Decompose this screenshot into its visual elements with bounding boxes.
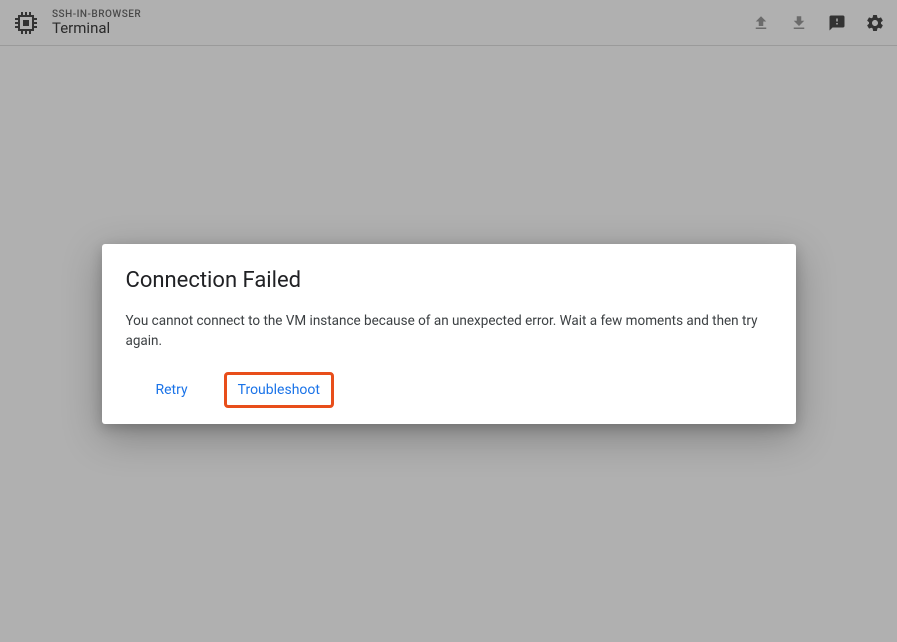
chip-icon (12, 9, 40, 37)
retry-button[interactable]: Retry (144, 374, 200, 406)
header-text: SSH-IN-BROWSER Terminal (52, 9, 141, 37)
download-icon[interactable] (789, 13, 809, 33)
dialog-message: You cannot connect to the VM instance be… (126, 311, 772, 352)
dialog-backdrop: Connection Failed You cannot connect to … (0, 46, 897, 642)
app-header: SSH-IN-BROWSER Terminal (0, 0, 897, 46)
dialog-actions: Retry Troubleshoot (126, 374, 772, 406)
dialog-title: Connection Failed (126, 268, 772, 293)
header-left: SSH-IN-BROWSER Terminal (12, 9, 141, 37)
troubleshoot-button[interactable]: Troubleshoot (226, 374, 332, 406)
upload-icon[interactable] (751, 13, 771, 33)
header-title: Terminal (52, 20, 141, 37)
header-right (751, 13, 885, 33)
connection-failed-dialog: Connection Failed You cannot connect to … (102, 244, 796, 424)
feedback-icon[interactable] (827, 13, 847, 33)
gear-icon[interactable] (865, 13, 885, 33)
